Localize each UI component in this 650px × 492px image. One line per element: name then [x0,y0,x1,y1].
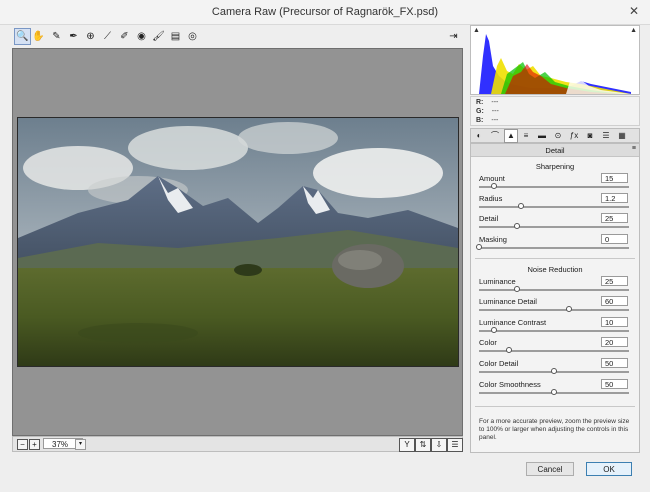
cancel-button[interactable]: Cancel [526,462,574,476]
histogram: ▲ ▲ [470,25,640,95]
luminance-value-field[interactable]: 25 [601,276,628,286]
status-bar: − + 37% ▾ Y ⇅ ⇩ ☰ [12,436,463,452]
radius-slider[interactable] [479,203,629,209]
preview-image [17,117,459,367]
amount-slider-thumb[interactable] [491,183,497,189]
masking-slider-thumb[interactable] [476,244,482,250]
snapshots-tab-icon[interactable]: ▦ [616,130,628,142]
r-value: --- [491,99,499,106]
white-balance-tool-icon[interactable]: ✎ [49,29,64,44]
exit-icon[interactable]: ⇥ [446,29,461,44]
masking-value-field[interactable]: 0 [601,234,628,244]
adjustment-brush-icon[interactable]: 🖌 [151,29,166,44]
color-value-field[interactable]: 20 [601,337,628,347]
luminance-detail-slider-thumb[interactable] [566,306,572,312]
dialog-footer: Cancel OK [0,456,650,492]
luminance-slider[interactable] [479,286,629,292]
ok-button[interactable]: OK [586,462,632,476]
color-slider-thumb[interactable] [506,347,512,353]
title-bar: Camera Raw (Precursor of Ragnarök_FX.psd… [0,0,650,25]
panel-menu-icon[interactable]: ≡ [632,145,636,152]
luminance-contrast-value-field[interactable]: 10 [601,317,628,327]
sharpening-title: Sharpening [535,162,575,171]
close-icon[interactable]: ✕ [626,4,642,18]
basic-tab-icon[interactable]: ◐ [473,130,485,142]
copy-settings-icon[interactable]: ⇩ [431,438,447,452]
graduated-filter-icon[interactable]: ▤ [168,29,183,44]
luminance-detail-label: Luminance Detail [479,297,537,306]
g-value: --- [491,108,499,115]
amount-slider[interactable] [479,183,629,189]
presets-tab-icon[interactable]: ☰ [600,130,612,142]
luminance-detail-slider[interactable] [479,306,629,312]
toolbar: 🔍 ✋ ✎ ✒ ⊕ ⟋ ✐ ◉ 🖌 ▤ ◎ ⇥ [12,27,462,47]
color-sampler-tool-icon[interactable]: ✒ [66,29,81,44]
zoom-tool-icon[interactable]: 🔍 [14,28,31,45]
color-detail-slider-thumb[interactable] [551,368,557,374]
preview-area[interactable] [12,48,463,436]
luminance-contrast-label: Luminance Contrast [479,318,547,327]
detail-tab-icon[interactable]: ▲ [504,129,518,143]
panel-title: Detail [545,146,565,155]
hsl-tab-icon[interactable]: ≡ [520,130,532,142]
radius-slider-thumb[interactable] [518,203,524,209]
luminance-contrast-slider-thumb[interactable] [491,327,497,333]
noise-reduction-title: Noise Reduction [527,265,583,274]
b-label: B: [476,117,484,124]
detail-value-field[interactable]: 25 [601,213,628,223]
zoom-in-icon[interactable]: + [29,439,40,450]
masking-label: Masking [479,235,507,244]
color-smoothness-label: Color Smoothness [479,380,541,389]
detail-panel: Detail ≡ Sharpening Amount 15 Radius 1.2… [470,143,640,453]
color-detail-slider[interactable] [479,368,629,374]
radial-filter-icon[interactable]: ◎ [185,29,200,44]
luminance-contrast-slider[interactable] [479,327,629,333]
color-detail-label: Color Detail [479,359,519,368]
color-smoothness-slider-thumb[interactable] [551,389,557,395]
split-toning-tab-icon[interactable]: ▬ [536,130,548,142]
rgb-readout: R: --- G: --- B: --- [470,96,640,126]
before-after-view-icon[interactable]: Y [399,438,415,452]
panel-header: Detail ≡ [471,144,639,157]
amount-value-field[interactable]: 15 [601,173,628,183]
luminance-label: Luminance [479,277,516,286]
color-detail-value-field[interactable]: 50 [601,358,628,368]
hand-tool-icon[interactable]: ✋ [31,29,46,44]
amount-label: Amount [479,174,505,183]
tone-curve-tab-icon[interactable]: ⌒ [489,130,501,142]
detail-slider-thumb[interactable] [513,223,520,229]
g-label: G: [476,108,484,115]
color-smoothness-slider[interactable] [479,389,629,395]
targeted-adjustment-tool-icon[interactable]: ⊕ [83,29,98,44]
r-label: R: [476,99,484,106]
b-value: --- [491,117,499,124]
detail-label: Detail [479,214,499,223]
color-slider[interactable] [479,347,629,353]
chevron-down-icon[interactable]: ▾ [75,439,86,450]
luminance-slider-thumb[interactable] [513,286,520,292]
lens-corrections-tab-icon[interactable]: ⊙ [552,130,564,142]
section-divider [475,406,635,407]
color-smoothness-value-field[interactable]: 50 [601,379,628,389]
section-divider [475,258,635,259]
zoom-out-icon[interactable]: − [17,439,28,450]
straighten-tool-icon[interactable]: ⟋ [100,29,115,44]
color-label: Color [479,338,497,347]
window-title: Camera Raw (Precursor of Ragnarök_FX.psd… [211,6,439,18]
luminance-detail-value-field[interactable]: 60 [601,296,628,306]
radius-label: Radius [479,194,503,203]
effects-tab-icon[interactable]: ƒx [568,130,580,142]
detail-slider[interactable] [479,223,629,229]
panel-tabs: ◐ ⌒ ▲ ≡ ▬ ⊙ ƒx ◙ ☰ ▦ [470,128,640,143]
masking-slider[interactable] [476,244,629,250]
red-eye-tool-icon[interactable]: ◉ [134,29,149,44]
radius-value-field[interactable]: 1.2 [601,193,628,203]
spot-removal-tool-icon[interactable]: ✐ [117,29,132,44]
camera-calibration-tab-icon[interactable]: ◙ [584,130,596,142]
toggle-settings-icon[interactable]: ☰ [447,438,463,452]
swap-settings-icon[interactable]: ⇅ [415,438,431,452]
preview-accuracy-note: For a more accurate preview, zoom the pr… [479,418,630,441]
